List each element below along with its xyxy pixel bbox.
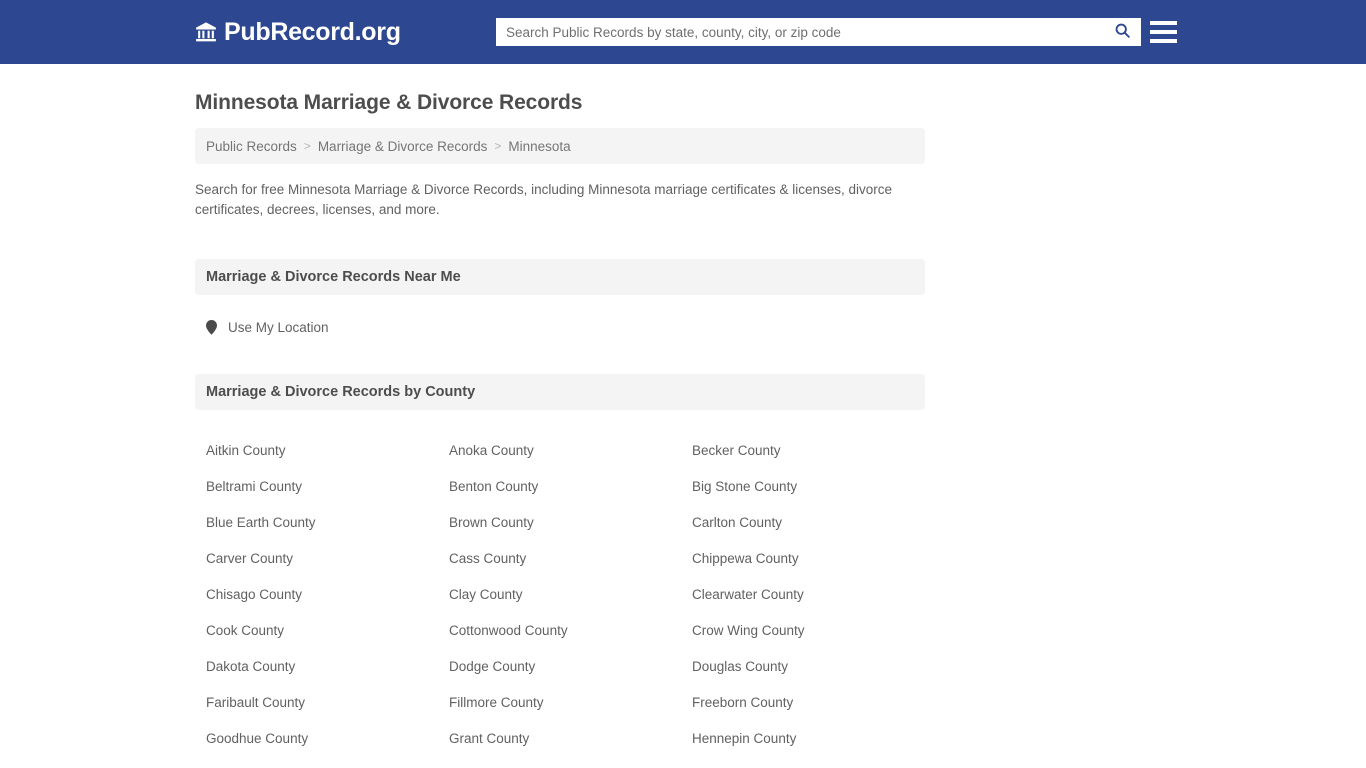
breadcrumb: Public Records > Marriage & Divorce Reco…	[195, 128, 925, 164]
use-my-location-row[interactable]: Use My Location	[195, 320, 925, 335]
search-input[interactable]	[496, 19, 1103, 45]
site-logo-text: PubRecord.org	[224, 18, 401, 46]
county-link[interactable]: Houston County	[195, 757, 438, 768]
hamburger-menu-button[interactable]	[1150, 18, 1177, 46]
county-link[interactable]: Faribault County	[195, 685, 438, 721]
breadcrumb-separator-icon: >	[303, 139, 311, 153]
page-body: Minnesota Marriage & Divorce Records Pub…	[0, 89, 1366, 768]
county-link[interactable]: Beltrami County	[195, 469, 438, 505]
county-link[interactable]: Dodge County	[438, 649, 681, 685]
county-link[interactable]: Goodhue County	[195, 721, 438, 757]
search-icon	[1114, 22, 1131, 42]
county-link[interactable]: Douglas County	[681, 649, 925, 685]
county-link[interactable]: Big Stone County	[681, 469, 925, 505]
search-bar[interactable]	[496, 18, 1141, 46]
page-description: Search for free Minnesota Marriage & Div…	[195, 182, 893, 217]
county-link[interactable]: Becker County	[681, 433, 925, 469]
county-link[interactable]: Benton County	[438, 469, 681, 505]
county-link[interactable]: Cass County	[438, 541, 681, 577]
county-link[interactable]: Fillmore County	[438, 685, 681, 721]
county-link[interactable]: Dakota County	[195, 649, 438, 685]
site-logo-link[interactable]: PubRecord.org	[195, 18, 401, 46]
county-link[interactable]: Chippewa County	[681, 541, 925, 577]
hamburger-menu-icon-bar-2	[1150, 30, 1177, 34]
section-heading-by-county: Marriage & Divorce Records by County	[195, 374, 925, 410]
content-column: Minnesota Marriage & Divorce Records Pub…	[195, 89, 925, 768]
section-heading-near-me: Marriage & Divorce Records Near Me	[195, 259, 925, 295]
county-link[interactable]: Freeborn County	[681, 685, 925, 721]
breadcrumb-item-marriage-divorce-records[interactable]: Marriage & Divorce Records	[318, 139, 488, 154]
county-link[interactable]: Cook County	[195, 613, 438, 649]
county-link[interactable]: Crow Wing County	[681, 613, 925, 649]
breadcrumb-separator-icon: >	[494, 139, 502, 153]
county-link[interactable]: Carver County	[195, 541, 438, 577]
county-link[interactable]: Hennepin County	[681, 721, 925, 757]
hamburger-menu-icon-bar-3	[1150, 39, 1177, 43]
county-link[interactable]: Grant County	[438, 721, 681, 757]
breadcrumb-item-public-records[interactable]: Public Records	[206, 139, 297, 154]
page-title: Minnesota Marriage & Divorce Records	[195, 91, 583, 114]
bank-building-icon	[195, 21, 217, 43]
county-link[interactable]: Anoka County	[438, 433, 681, 469]
search-submit-button[interactable]	[1103, 18, 1141, 46]
county-link[interactable]: Chisago County	[195, 577, 438, 613]
county-link[interactable]: Carlton County	[681, 505, 925, 541]
map-pin-icon	[206, 320, 217, 335]
county-links-grid: Aitkin County Anoka County Becker County Be…	[195, 433, 925, 768]
county-link[interactable]: Clay County	[438, 577, 681, 613]
county-link[interactable]: Clearwater County	[681, 577, 925, 613]
county-link[interactable]: Hubbard County	[438, 757, 681, 768]
use-my-location-link[interactable]: Use My Location	[228, 320, 329, 335]
breadcrumb-item-minnesota: Minnesota	[508, 138, 571, 154]
county-link[interactable]: Brown County	[438, 505, 681, 541]
county-link[interactable]: Blue Earth County	[195, 505, 438, 541]
county-link[interactable]: Aitkin County	[195, 433, 438, 469]
hamburger-menu-icon-bar-1	[1150, 21, 1177, 25]
county-link[interactable]: Cottonwood County	[438, 613, 681, 649]
site-header: PubRecord.org	[0, 0, 1366, 64]
county-link[interactable]: Isanti County	[681, 757, 925, 768]
